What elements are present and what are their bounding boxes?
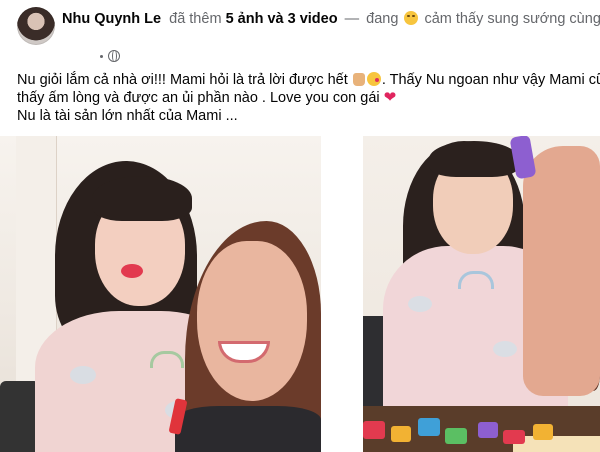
post-text-line-1: Nu giỏi lắm cả nhà ơi!!! Mami hỏi là trả… — [17, 71, 600, 89]
post-header-line: Nhu Quynh Le đã thêm 5 ảnh và 3 video — … — [62, 10, 600, 28]
feeling-prefix: đang — [366, 11, 399, 27]
post-text-segment: Nu giỏi lắm cả nhà ơi!!! Mami hỏi là trả… — [17, 72, 348, 88]
post-text-segment: . Thấy Nu ngoan như vậy Mami cũn — [381, 72, 600, 88]
thumbs-up-icon — [352, 73, 365, 86]
post-body-text: Nu giỏi lắm cả nhà ơi!!! Mami hỏi là trả… — [17, 71, 600, 125]
globe-icon[interactable] — [108, 50, 120, 62]
action-prefix: đã thêm — [169, 11, 222, 27]
author-avatar[interactable] — [17, 7, 55, 45]
dot-separator — [100, 55, 103, 58]
post-text-segment: thấy ấm lòng và được an ủi phần nào . Lo… — [17, 90, 380, 106]
kiss-face-icon — [366, 72, 381, 86]
post-meta — [100, 50, 120, 64]
separator-dash: — — [344, 11, 360, 27]
post-text-segment: Nu là tài sản lớn nhất của Mami ... — [17, 108, 238, 124]
heart-icon: ❤ — [383, 89, 397, 106]
photo-girl-holding-purple-toy[interactable] — [363, 136, 600, 452]
feeling-text: cảm thấy sung sướng cùng — [424, 11, 600, 27]
happy-face-icon — [404, 11, 419, 25]
post-text-line-3: Nu là tài sản lớn nhất của Mami ... — [17, 107, 597, 125]
media-count-link[interactable]: 5 ảnh và 3 video — [226, 11, 338, 27]
photo-girl-and-mother-selfie[interactable] — [0, 136, 321, 452]
author-name[interactable]: Nhu Quynh Le — [62, 11, 161, 27]
post-text-line-2: thấy ấm lòng và được an ủi phần nào . Lo… — [17, 89, 597, 107]
post-header: Nhu Quynh Le đã thêm 5 ảnh và 3 video — … — [0, 0, 600, 70]
photo-grid — [0, 136, 600, 452]
